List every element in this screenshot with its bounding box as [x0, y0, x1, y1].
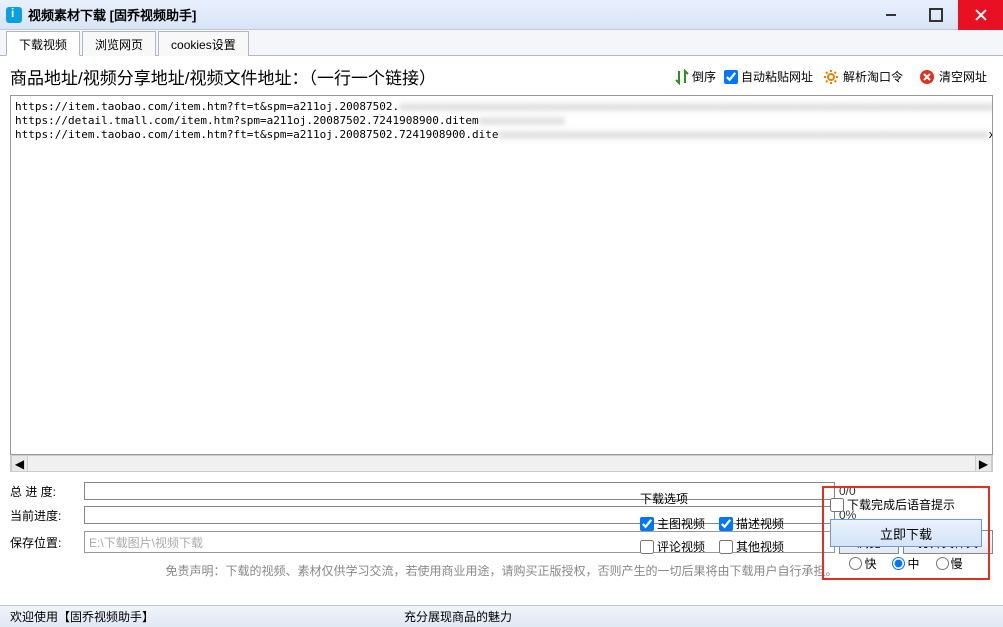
tab-browse[interactable]: 浏览网页: [82, 31, 156, 56]
gear-icon: [823, 69, 839, 85]
url-blur: xxxxxxxxxxxxxxxxxxxxxxxxxxxxxxxxxxxxxxxx…: [498, 128, 988, 141]
clear-urls-button[interactable]: 清空网址: [913, 66, 993, 87]
current-progress-label: 当前进度:: [10, 507, 80, 524]
speed-mid[interactable]: 中: [892, 555, 919, 572]
speed-slow[interactable]: 慢: [936, 555, 963, 572]
parse-tao-label: 解析淘口令: [843, 68, 903, 85]
titlebar: 视频素材下载 [固乔视频助手]: [0, 0, 1003, 30]
url-blur: xxxxxxxxxxxxx: [479, 114, 565, 127]
voice-tip-checkbox[interactable]: 下载完成后语音提示: [830, 496, 982, 513]
download-action-box: 下载完成后语音提示 立即下载 快 中 慢: [822, 486, 990, 580]
window-controls: [868, 0, 1003, 30]
speed-radio-group: 快 中 慢: [830, 555, 982, 572]
sort-icon: [674, 69, 690, 85]
tab-cookies[interactable]: cookies设置: [158, 31, 249, 56]
auto-paste-input[interactable]: [724, 70, 738, 84]
scroll-left-icon[interactable]: ◀: [11, 455, 28, 472]
minimize-button[interactable]: [868, 0, 913, 30]
clear-icon: [919, 69, 935, 85]
auto-paste-label: 自动粘贴网址: [741, 68, 813, 85]
voice-tip-label: 下载完成后语音提示: [847, 496, 955, 513]
other-video-label: 其他视频: [736, 538, 784, 555]
main-video-label: 主图视频: [657, 515, 705, 532]
comment-video-input[interactable]: [640, 540, 654, 554]
invert-button[interactable]: 倒序: [670, 66, 720, 87]
speed-fast[interactable]: 快: [849, 555, 876, 572]
other-video-input[interactable]: [719, 540, 733, 554]
desc-video-input[interactable]: [719, 517, 733, 531]
speed-slow-input[interactable]: [936, 557, 949, 570]
speed-mid-label: 中: [907, 555, 919, 572]
parse-tao-button[interactable]: 解析淘口令: [817, 66, 909, 87]
url-heading: 商品地址/视频分享地址/视频文件地址：（一行一个链接）: [10, 64, 666, 89]
comment-video-checkbox[interactable]: 评论视频: [640, 538, 705, 555]
scroll-track[interactable]: [28, 456, 975, 471]
speed-slow-label: 慢: [951, 555, 963, 572]
clear-urls-label: 清空网址: [939, 68, 987, 85]
url-line: https://item.taobao.com/item.htm?ft=t&sp…: [15, 128, 498, 141]
speed-mid-input[interactable]: [892, 557, 905, 570]
scroll-right-icon[interactable]: ▶: [975, 455, 992, 472]
invert-label: 倒序: [692, 68, 716, 85]
url-blur: xxxxxxxxxxxxxxxxxxxxxxxxxxxxxxxxxxxxxxxx…: [399, 100, 993, 113]
tab-download[interactable]: 下载视频: [6, 31, 80, 56]
h-scrollbar[interactable]: ◀ ▶: [10, 455, 993, 472]
url-tail: xxxxxxx d: [989, 128, 993, 141]
desc-video-label: 描述视频: [736, 515, 784, 532]
download-button[interactable]: 立即下载: [830, 519, 982, 547]
options-title: 下载选项: [640, 490, 835, 507]
speed-fast-label: 快: [864, 555, 876, 572]
auto-paste-checkbox[interactable]: 自动粘贴网址: [724, 68, 813, 85]
main-video-checkbox[interactable]: 主图视频: [640, 515, 705, 532]
app-icon: [6, 7, 22, 23]
maximize-button[interactable]: [913, 0, 958, 30]
total-progress-label: 总 进 度:: [10, 483, 80, 500]
status-bar: 欢迎使用【固乔视频助手】 充分展现商品的魅力: [0, 605, 1003, 627]
download-options: 下载选项 主图视频 描述视频 评论视频 其他视频: [640, 490, 835, 561]
url-line: https://item.taobao.com/item.htm?ft=t&sp…: [15, 100, 399, 113]
main-video-input[interactable]: [640, 517, 654, 531]
comment-video-label: 评论视频: [657, 538, 705, 555]
speed-fast-input[interactable]: [849, 557, 862, 570]
url-textarea[interactable]: https://item.taobao.com/item.htm?ft=t&sp…: [10, 95, 993, 455]
status-slogan: 充分展现商品的魅力: [404, 608, 512, 625]
status-welcome: 欢迎使用【固乔视频助手】: [10, 608, 154, 625]
other-video-checkbox[interactable]: 其他视频: [719, 538, 784, 555]
voice-tip-input[interactable]: [830, 498, 844, 512]
tab-bar: 下载视频 浏览网页 cookies设置: [0, 30, 1003, 56]
close-button[interactable]: [958, 0, 1003, 30]
window-title: 视频素材下载 [固乔视频助手]: [28, 5, 196, 24]
url-line: https://detail.tmall.com/item.htm?spm=a2…: [15, 114, 479, 127]
desc-video-checkbox[interactable]: 描述视频: [719, 515, 784, 532]
save-path-label: 保存位置:: [10, 534, 80, 551]
